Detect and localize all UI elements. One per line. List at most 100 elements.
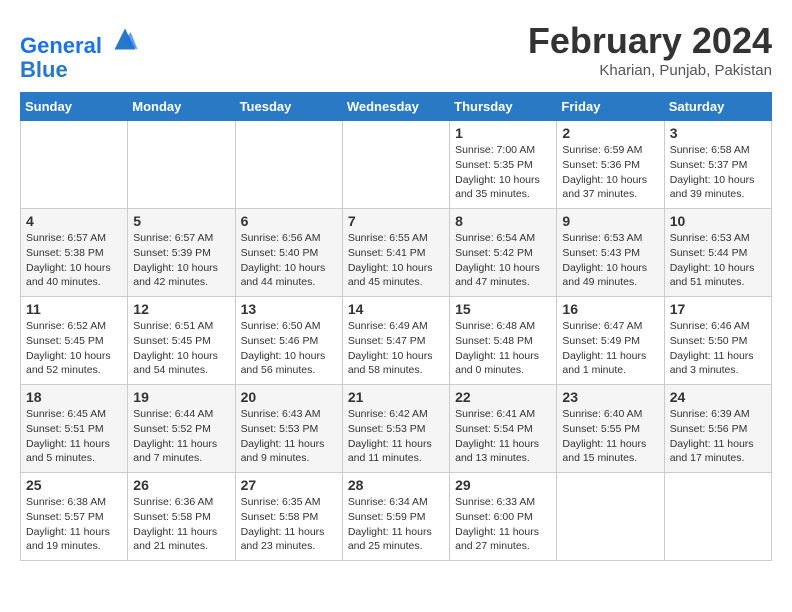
day-number: 20 (241, 389, 337, 405)
calendar-day: 26Sunrise: 6:36 AM Sunset: 5:58 PM Dayli… (128, 473, 235, 561)
day-number: 15 (455, 301, 551, 317)
weekday-header: Thursday (450, 93, 557, 121)
calendar-day: 5 Sunrise: 6:57 AM Sunset: 5:39 PM Daylig… (128, 209, 235, 297)
calendar-day: 25Sunrise: 6:38 AM Sunset: 5:57 PM Dayli… (21, 473, 128, 561)
calendar-day-empty (21, 121, 128, 209)
day-info: Sunrise: 6:47 AM Sunset: 5:49 PM Dayligh… (562, 319, 658, 378)
calendar-day-empty (557, 473, 664, 561)
calendar-day: 13 Sunrise: 6:50 AM Sunset: 5:46 PM Dayli… (235, 297, 342, 385)
calendar-day: 6Sunrise: 6:56 AM Sunset: 5:40 PM Daylig… (235, 209, 342, 297)
calendar-week-row: 18Sunrise: 6:45 AM Sunset: 5:51 PM Dayli… (21, 385, 772, 473)
page-header: General Blue February 2024 Kharian, Punj… (20, 20, 772, 82)
calendar-day: 9 Sunrise: 6:53 AM Sunset: 5:43 PM Daylig… (557, 209, 664, 297)
calendar-day: 22Sunrise: 6:41 AM Sunset: 5:54 PM Dayli… (450, 385, 557, 473)
day-number: 3 (670, 125, 766, 141)
month-title: February 2024 (528, 20, 772, 62)
day-info: Sunrise: 6:34 AM Sunset: 5:59 PM Dayligh… (348, 495, 444, 554)
calendar-day: 28 Sunrise: 6:34 AM Sunset: 5:59 PM Dayli… (342, 473, 449, 561)
calendar-day: 4 Sunrise: 6:57 AM Sunset: 5:38 PM Daylig… (21, 209, 128, 297)
weekday-header-row: SundayMondayTuesdayWednesdayThursdayFrid… (21, 93, 772, 121)
day-info: Sunrise: 6:56 AM Sunset: 5:40 PM Dayligh… (241, 231, 337, 290)
day-number: 27 (241, 477, 337, 493)
day-number: 2 (562, 125, 658, 141)
day-info: Sunrise: 6:58 AM Sunset: 5:37 PM Dayligh… (670, 143, 766, 202)
calendar-day: 23Sunrise: 6:40 AM Sunset: 5:55 PM Dayli… (557, 385, 664, 473)
day-info: Sunrise: 6:51 AM Sunset: 5:45 PM Dayligh… (133, 319, 229, 378)
day-info: Sunrise: 6:52 AM Sunset: 5:45 PM Dayligh… (26, 319, 122, 378)
day-info: Sunrise: 6:35 AM Sunset: 5:58 PM Dayligh… (241, 495, 337, 554)
calendar-day-empty (664, 473, 771, 561)
calendar-day-empty (128, 121, 235, 209)
weekday-header: Friday (557, 93, 664, 121)
calendar-day: 29 Sunrise: 6:33 AM Sunset: 6:00 PM Dayli… (450, 473, 557, 561)
calendar-day-empty (235, 121, 342, 209)
day-number: 19 (133, 389, 229, 405)
day-info: Sunrise: 6:49 AM Sunset: 5:47 PM Dayligh… (348, 319, 444, 378)
day-info: Sunrise: 6:36 AM Sunset: 5:58 PM Dayligh… (133, 495, 229, 554)
day-number: 5 (133, 213, 229, 229)
weekday-header: Saturday (664, 93, 771, 121)
calendar-day: 7 Sunrise: 6:55 AM Sunset: 5:41 PM Daylig… (342, 209, 449, 297)
day-number: 11 (26, 301, 122, 317)
weekday-header: Tuesday (235, 93, 342, 121)
calendar-day: 16 Sunrise: 6:47 AM Sunset: 5:49 PM Dayli… (557, 297, 664, 385)
calendar-day: 10Sunrise: 6:53 AM Sunset: 5:44 PM Dayli… (664, 209, 771, 297)
day-number: 12 (133, 301, 229, 317)
day-info: Sunrise: 7:00 AM Sunset: 5:35 PM Dayligh… (455, 143, 551, 202)
day-number: 4 (26, 213, 122, 229)
day-info: Sunrise: 6:48 AM Sunset: 5:48 PM Dayligh… (455, 319, 551, 378)
day-number: 17 (670, 301, 766, 317)
day-info: Sunrise: 6:59 AM Sunset: 5:36 PM Dayligh… (562, 143, 658, 202)
calendar-day: 19 Sunrise: 6:44 AM Sunset: 5:52 PM Dayli… (128, 385, 235, 473)
calendar-day: 12 Sunrise: 6:51 AM Sunset: 5:45 PM Dayli… (128, 297, 235, 385)
day-number: 1 (455, 125, 551, 141)
day-info: Sunrise: 6:44 AM Sunset: 5:52 PM Dayligh… (133, 407, 229, 466)
day-number: 16 (562, 301, 658, 317)
calendar-week-row: 4 Sunrise: 6:57 AM Sunset: 5:38 PM Daylig… (21, 209, 772, 297)
logo-icon (111, 25, 139, 53)
day-info: Sunrise: 6:43 AM Sunset: 5:53 PM Dayligh… (241, 407, 337, 466)
day-number: 9 (562, 213, 658, 229)
calendar-day-empty (342, 121, 449, 209)
calendar-week-row: 11 Sunrise: 6:52 AM Sunset: 5:45 PM Dayli… (21, 297, 772, 385)
logo-blue: Blue (20, 57, 68, 82)
day-info: Sunrise: 6:38 AM Sunset: 5:57 PM Dayligh… (26, 495, 122, 554)
day-number: 21 (348, 389, 444, 405)
day-number: 29 (455, 477, 551, 493)
day-number: 28 (348, 477, 444, 493)
day-info: Sunrise: 6:46 AM Sunset: 5:50 PM Dayligh… (670, 319, 766, 378)
day-info: Sunrise: 6:55 AM Sunset: 5:41 PM Dayligh… (348, 231, 444, 290)
day-info: Sunrise: 6:33 AM Sunset: 6:00 PM Dayligh… (455, 495, 551, 554)
day-info: Sunrise: 6:57 AM Sunset: 5:39 PM Dayligh… (133, 231, 229, 290)
calendar-day: 21 Sunrise: 6:42 AM Sunset: 5:53 PM Dayli… (342, 385, 449, 473)
calendar-day: 2 Sunrise: 6:59 AM Sunset: 5:36 PM Daylig… (557, 121, 664, 209)
logo: General Blue (20, 25, 139, 82)
day-number: 22 (455, 389, 551, 405)
calendar-day: 3 Sunrise: 6:58 AM Sunset: 5:37 PM Daylig… (664, 121, 771, 209)
day-info: Sunrise: 6:50 AM Sunset: 5:46 PM Dayligh… (241, 319, 337, 378)
calendar-week-row: 1 Sunrise: 7:00 AM Sunset: 5:35 PM Daylig… (21, 121, 772, 209)
calendar-day: 18Sunrise: 6:45 AM Sunset: 5:51 PM Dayli… (21, 385, 128, 473)
location: Kharian, Punjab, Pakistan (528, 62, 772, 79)
weekday-header: Wednesday (342, 93, 449, 121)
calendar-day: 20 Sunrise: 6:43 AM Sunset: 5:53 PM Dayli… (235, 385, 342, 473)
calendar-day: 17 Sunrise: 6:46 AM Sunset: 5:50 PM Dayli… (664, 297, 771, 385)
calendar-day: 8Sunrise: 6:54 AM Sunset: 5:42 PM Daylig… (450, 209, 557, 297)
day-number: 8 (455, 213, 551, 229)
calendar-day: 27 Sunrise: 6:35 AM Sunset: 5:58 PM Dayli… (235, 473, 342, 561)
day-info: Sunrise: 6:53 AM Sunset: 5:43 PM Dayligh… (562, 231, 658, 290)
day-number: 13 (241, 301, 337, 317)
day-info: Sunrise: 6:42 AM Sunset: 5:53 PM Dayligh… (348, 407, 444, 466)
weekday-header: Sunday (21, 93, 128, 121)
day-info: Sunrise: 6:57 AM Sunset: 5:38 PM Dayligh… (26, 231, 122, 290)
day-number: 18 (26, 389, 122, 405)
day-number: 7 (348, 213, 444, 229)
day-number: 24 (670, 389, 766, 405)
day-number: 14 (348, 301, 444, 317)
weekday-header: Monday (128, 93, 235, 121)
day-info: Sunrise: 6:53 AM Sunset: 5:44 PM Dayligh… (670, 231, 766, 290)
logo-general: General (20, 33, 102, 58)
calendar-table: SundayMondayTuesdayWednesdayThursdayFrid… (20, 92, 772, 561)
day-info: Sunrise: 6:40 AM Sunset: 5:55 PM Dayligh… (562, 407, 658, 466)
day-info: Sunrise: 6:39 AM Sunset: 5:56 PM Dayligh… (670, 407, 766, 466)
